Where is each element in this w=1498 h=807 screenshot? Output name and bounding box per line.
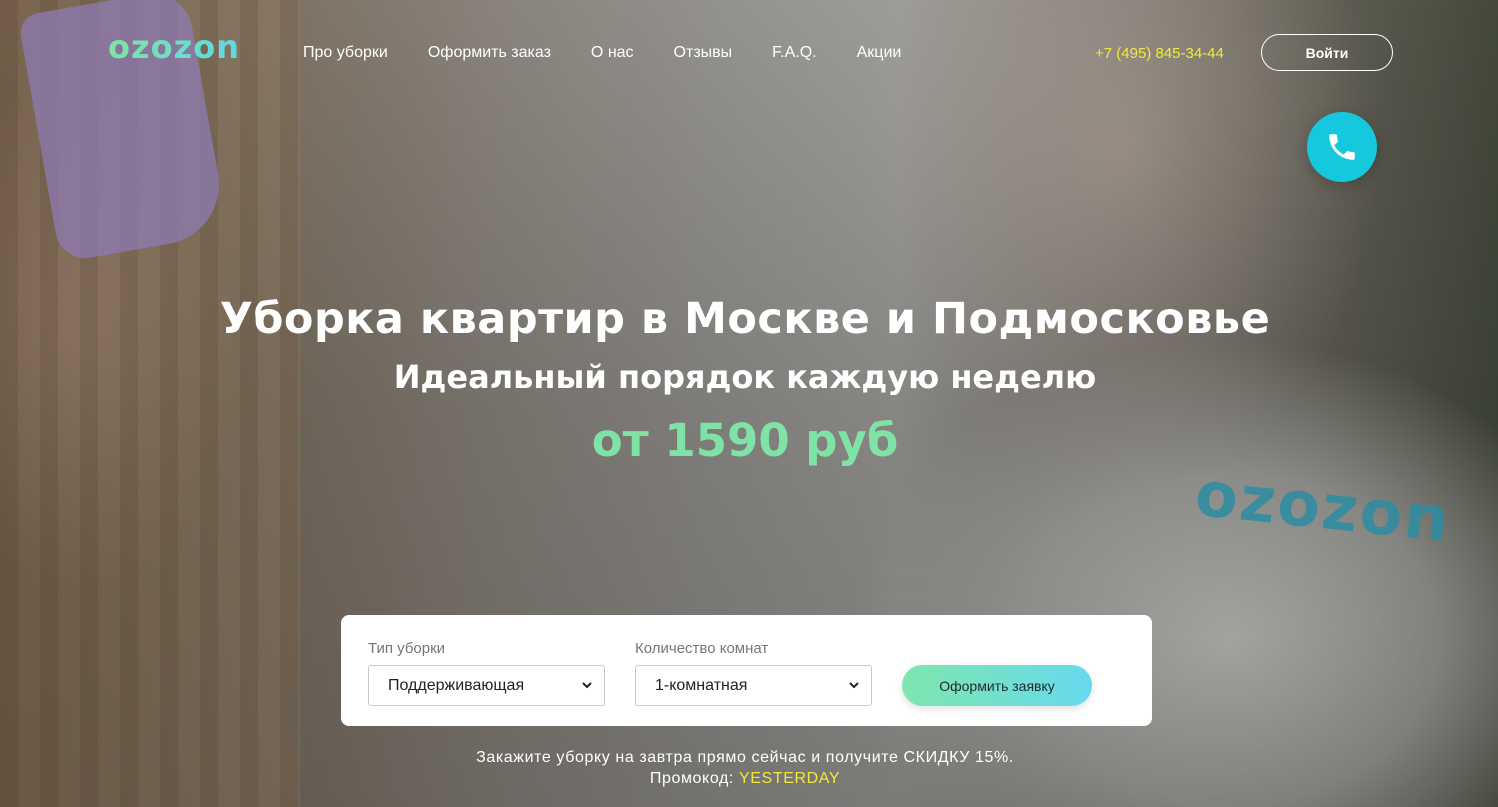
promo-code: YESTERDAY [739, 770, 841, 787]
promo-code-prefix: Промокод: [649, 770, 734, 787]
nav-link-about-cleaning[interactable]: Про уборки [303, 44, 388, 62]
nav-link-faq[interactable]: F.A.Q. [772, 44, 816, 62]
promo-code-line: Промокод: YESTERDAY [0, 768, 1490, 789]
main-nav: Про уборки Оформить заказ О нас Отзывы F… [303, 44, 901, 62]
cleaning-type-select[interactable]: Поддерживающая [368, 665, 605, 706]
call-button[interactable] [1307, 112, 1377, 182]
cleaning-type-value: Поддерживающая [388, 676, 525, 694]
nav-link-reviews[interactable]: Отзывы [674, 44, 733, 62]
order-form: Тип уборки Поддерживающая Количество ком… [341, 615, 1152, 726]
brand-logo[interactable]: ozozon [108, 28, 240, 66]
hero-subtitle: Идеальный порядок каждую неделю [393, 358, 1097, 396]
promo-text: Закажите уборку на завтра прямо сейчас и… [0, 747, 1490, 789]
nav-link-about-us[interactable]: О нас [591, 44, 634, 62]
submit-order-button[interactable]: Оформить заявку [902, 665, 1092, 706]
hero-price: от 1590 руб [591, 414, 899, 467]
rooms-count-select[interactable]: 1-комнатная [635, 665, 872, 706]
chevron-down-icon [849, 682, 859, 689]
login-button[interactable]: Войти [1261, 34, 1393, 71]
rooms-count-value: 1-комнатная [655, 676, 748, 694]
nav-link-place-order[interactable]: Оформить заказ [428, 44, 551, 62]
nav-link-promotions[interactable]: Акции [857, 44, 902, 62]
phone-icon [1329, 134, 1355, 160]
promo-line: Закажите уборку на завтра прямо сейчас и… [476, 749, 1014, 766]
phone-number-link[interactable]: +7 (495) 845-34-44 [1095, 45, 1224, 62]
chevron-down-icon [582, 682, 592, 689]
site-header: ozozon Про уборки Оформить заказ О нас О… [0, 0, 1498, 100]
cleaning-type-label: Тип уборки [368, 640, 446, 657]
rooms-count-label: Количество комнат [635, 640, 769, 657]
hero-title: Уборка квартир в Москве и Подмосковье [219, 294, 1271, 344]
